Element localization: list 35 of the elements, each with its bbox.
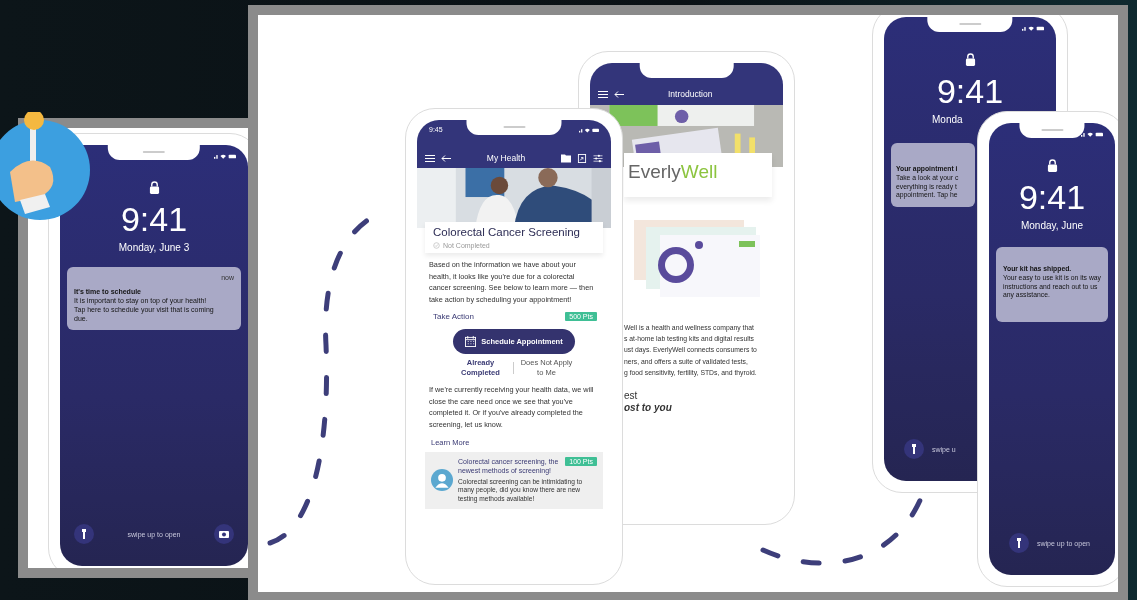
lock-icon	[1046, 159, 1058, 172]
date-text: Monda	[931, 114, 963, 125]
lock-icon	[964, 53, 976, 66]
screen-title: My Health	[485, 153, 527, 163]
sliders-icon[interactable]	[593, 153, 603, 163]
date-text: Monday, June	[1020, 220, 1084, 231]
share-icon[interactable]	[577, 153, 587, 163]
section-title: Take Action	[433, 311, 474, 321]
back-arrow-icon[interactable]	[441, 153, 451, 163]
card-title: Colorectal Cancer Screening	[433, 226, 582, 238]
flashlight-icon[interactable]	[74, 524, 94, 544]
clock-time: 9:41	[936, 74, 1004, 108]
flashlight-icon[interactable]	[904, 439, 924, 459]
back-arrow-icon[interactable]	[614, 90, 624, 99]
flashlight-icon[interactable]	[1009, 533, 1029, 553]
date-text: Monday, June 3	[118, 242, 190, 253]
clock-time: 9:41	[120, 202, 188, 236]
signal-wifi-battery-icon	[214, 153, 236, 159]
calendar-icon	[465, 335, 477, 347]
check-circle-icon	[433, 242, 440, 249]
lock-icon	[148, 181, 160, 194]
phone-notch	[1019, 122, 1085, 138]
folder-icon[interactable]	[561, 153, 571, 163]
brand-logo: EverlyWell	[624, 153, 772, 197]
menu-icon[interactable]	[598, 90, 608, 99]
menu-icon[interactable]	[425, 153, 435, 163]
signal-wifi-battery-icon	[1081, 131, 1103, 137]
signal-wifi-battery-icon	[579, 126, 599, 133]
doctor-avatar-icon	[431, 469, 453, 492]
screen-title: Introduction	[668, 89, 713, 99]
clock-time: 9:41	[1018, 180, 1086, 214]
camera-icon[interactable]	[214, 524, 234, 544]
section-heading: ost to you	[624, 402, 673, 414]
section-heading: est	[624, 390, 639, 402]
signal-wifi-battery-icon	[1022, 25, 1044, 31]
